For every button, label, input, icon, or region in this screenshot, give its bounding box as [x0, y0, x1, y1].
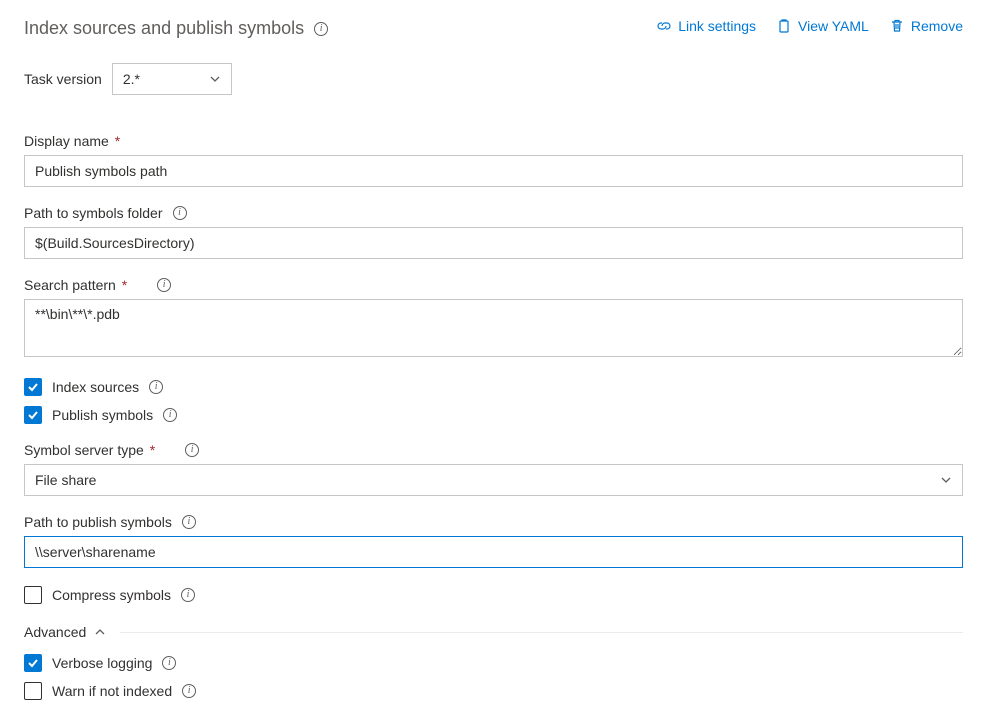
info-icon[interactable]: i: [182, 684, 196, 698]
task-version-row: Task version 2.*: [24, 63, 963, 95]
display-name-label: Display name: [24, 133, 109, 149]
info-icon[interactable]: i: [163, 408, 177, 422]
server-type-label: Symbol server type: [24, 442, 144, 458]
display-name-block: Display name *: [24, 133, 963, 187]
search-pattern-label: Search pattern: [24, 277, 116, 293]
server-type-label-row: Symbol server type * i: [24, 442, 963, 458]
trash-icon: [889, 18, 905, 34]
publish-path-label: Path to publish symbols: [24, 514, 172, 530]
clipboard-icon: [776, 18, 792, 34]
server-type-block: Symbol server type * i File share: [24, 442, 963, 496]
link-icon: [656, 18, 672, 34]
publish-symbols-row: Publish symbols i: [24, 406, 963, 424]
required-marker: *: [118, 277, 127, 293]
info-icon[interactable]: i: [157, 278, 171, 292]
section-divider: [120, 632, 963, 633]
compress-symbols-row: Compress symbols i: [24, 586, 963, 604]
chevron-down-icon: [940, 474, 952, 486]
remove-label: Remove: [911, 18, 963, 34]
info-icon[interactable]: i: [314, 22, 328, 36]
task-title: Index sources and publish symbols: [24, 18, 304, 39]
task-version-select[interactable]: 2.*: [112, 63, 232, 95]
view-yaml-button[interactable]: View YAML: [776, 18, 869, 34]
publish-path-label-row: Path to publish symbols i: [24, 514, 963, 530]
info-icon[interactable]: i: [182, 515, 196, 529]
info-icon[interactable]: i: [149, 380, 163, 394]
publish-symbols-checkbox[interactable]: [24, 406, 42, 424]
link-settings-label: Link settings: [678, 18, 756, 34]
verbose-logging-label: Verbose logging: [52, 655, 152, 671]
required-marker: *: [111, 133, 120, 149]
check-icon: [27, 657, 39, 669]
symbols-folder-label-row: Path to symbols folder i: [24, 205, 963, 221]
symbols-folder-block: Path to symbols folder i: [24, 205, 963, 259]
task-title-row: Index sources and publish symbols i: [24, 18, 328, 39]
warn-if-not-indexed-label: Warn if not indexed: [52, 683, 172, 699]
search-pattern-block: Search pattern * i: [24, 277, 963, 360]
verbose-logging-row: Verbose logging i: [24, 654, 963, 672]
chevron-up-icon: [94, 626, 106, 638]
server-type-value: File share: [35, 472, 96, 488]
info-icon[interactable]: i: [181, 588, 195, 602]
compress-symbols-label: Compress symbols: [52, 587, 171, 603]
task-version-label: Task version: [24, 71, 102, 87]
index-sources-checkbox[interactable]: [24, 378, 42, 396]
advanced-title: Advanced: [24, 624, 86, 640]
remove-button[interactable]: Remove: [889, 18, 963, 34]
task-header: Index sources and publish symbols i Link…: [24, 18, 963, 39]
link-settings-button[interactable]: Link settings: [656, 18, 756, 34]
warn-if-not-indexed-row: Warn if not indexed i: [24, 682, 963, 700]
compress-symbols-checkbox[interactable]: [24, 586, 42, 604]
info-icon[interactable]: i: [162, 656, 176, 670]
check-icon: [27, 381, 39, 393]
index-sources-label: Index sources: [52, 379, 139, 395]
advanced-section-header[interactable]: Advanced: [24, 624, 963, 640]
verbose-logging-checkbox[interactable]: [24, 654, 42, 672]
required-marker: *: [146, 442, 155, 458]
search-pattern-input[interactable]: [24, 299, 963, 357]
index-sources-row: Index sources i: [24, 378, 963, 396]
publish-symbols-label: Publish symbols: [52, 407, 153, 423]
info-icon[interactable]: i: [173, 206, 187, 220]
chevron-down-icon: [209, 73, 221, 85]
symbols-folder-label: Path to symbols folder: [24, 205, 163, 221]
display-name-input[interactable]: [24, 155, 963, 187]
check-icon: [27, 409, 39, 421]
warn-if-not-indexed-checkbox[interactable]: [24, 682, 42, 700]
publish-path-block: Path to publish symbols i: [24, 514, 963, 568]
search-pattern-label-row: Search pattern * i: [24, 277, 963, 293]
symbols-folder-input[interactable]: [24, 227, 963, 259]
info-icon[interactable]: i: [185, 443, 199, 457]
display-name-label-row: Display name *: [24, 133, 963, 149]
server-type-select[interactable]: File share: [24, 464, 963, 496]
header-actions: Link settings View YAML Remove: [656, 18, 963, 34]
view-yaml-label: View YAML: [798, 18, 869, 34]
publish-path-input[interactable]: [24, 536, 963, 568]
task-version-value: 2.*: [123, 71, 140, 87]
